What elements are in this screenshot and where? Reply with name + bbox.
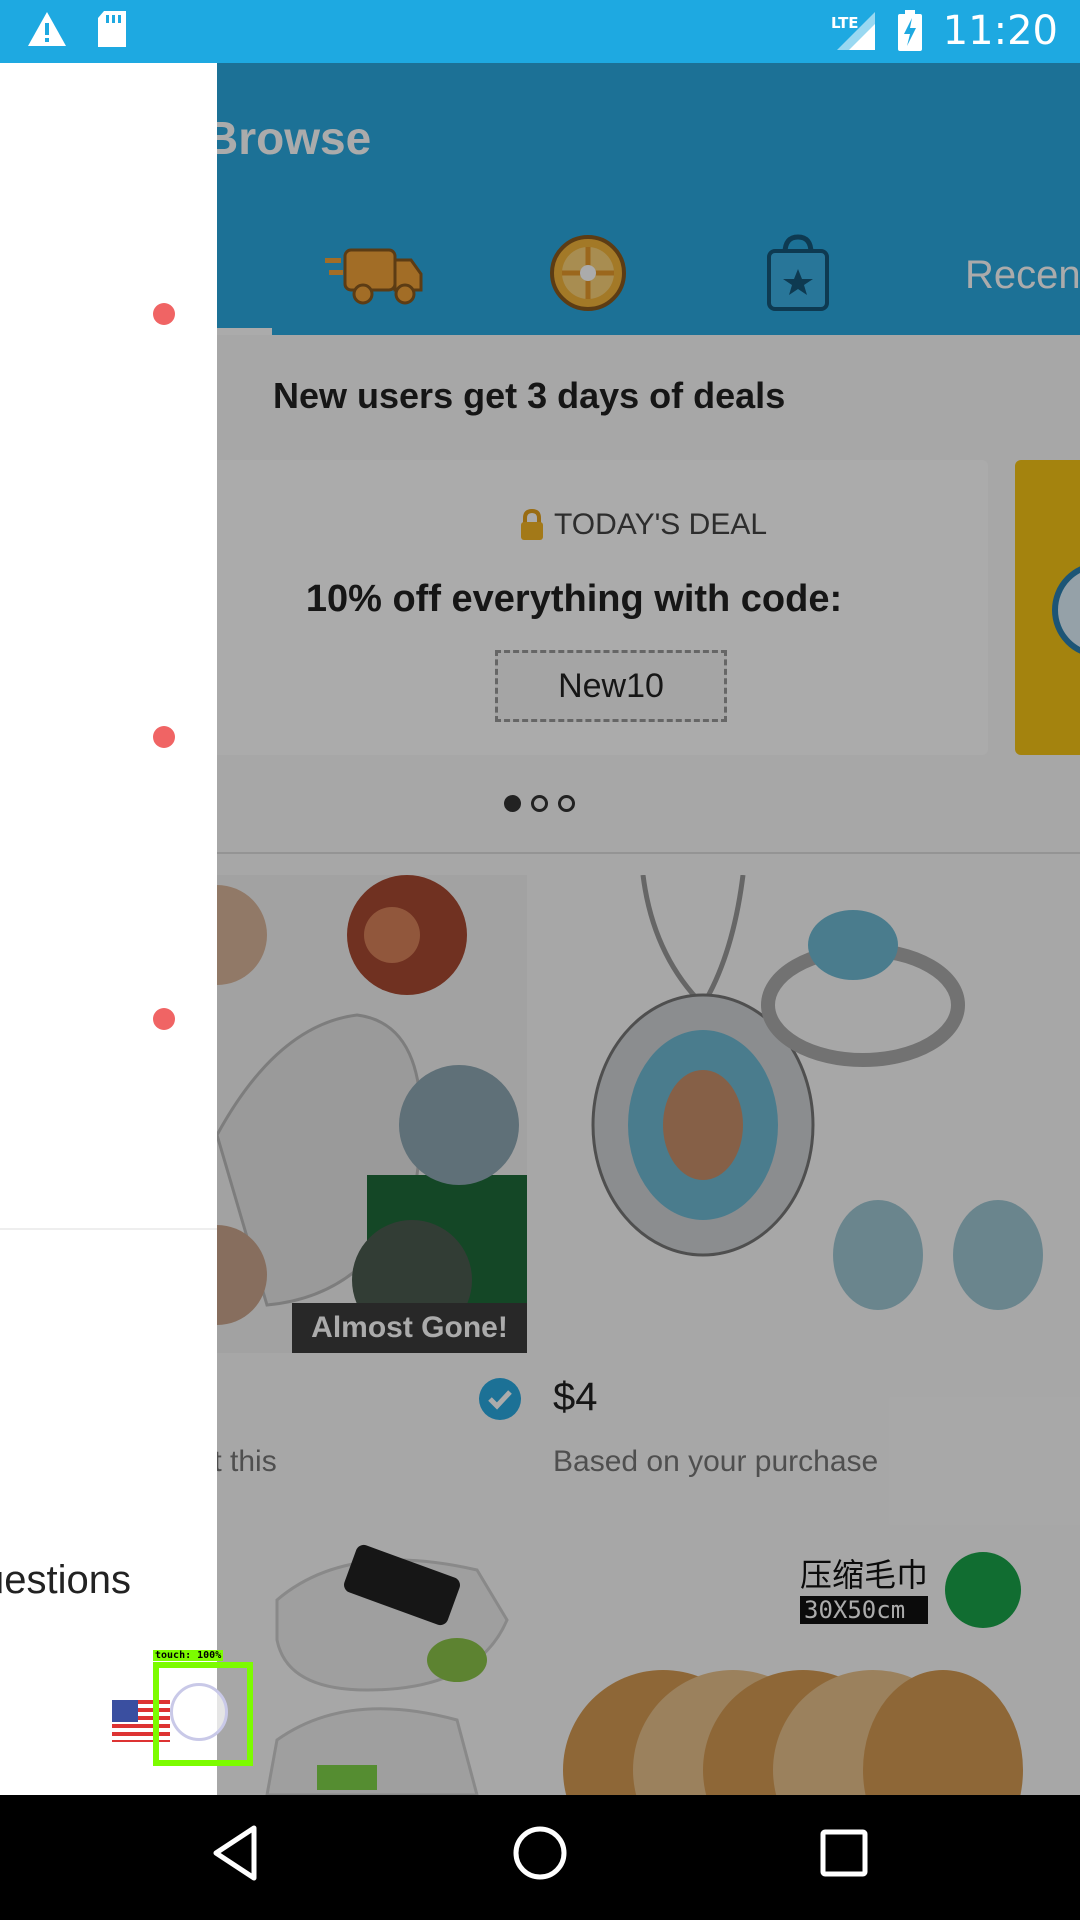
notification-dot (153, 1008, 175, 1030)
drawer-item-faq[interactable]: uestions (0, 1558, 131, 1603)
clock: 11:20 (942, 8, 1058, 54)
notification-dot (153, 303, 175, 325)
lte-signal-icon: LTE (831, 12, 875, 50)
home-icon[interactable] (512, 1823, 568, 1883)
touch-indicator-label: touch: 100% (153, 1650, 224, 1661)
notification-dot (153, 726, 175, 748)
back-icon[interactable] (210, 1823, 260, 1883)
battery-charging-icon (897, 10, 922, 51)
warning-icon (28, 12, 66, 46)
drawer-divider (0, 1228, 217, 1230)
screen: LTE 11:20 Browse Recen New users get 3 d… (0, 0, 1080, 1920)
system-nav-bar (0, 1795, 1080, 1920)
recents-icon[interactable] (818, 1823, 870, 1883)
svg-text:LTE: LTE (831, 14, 859, 32)
sd-card-icon (98, 11, 126, 47)
navigation-drawer: uestions (0, 63, 217, 1795)
status-bar: LTE 11:20 (0, 0, 1080, 63)
touch-point (170, 1683, 228, 1741)
